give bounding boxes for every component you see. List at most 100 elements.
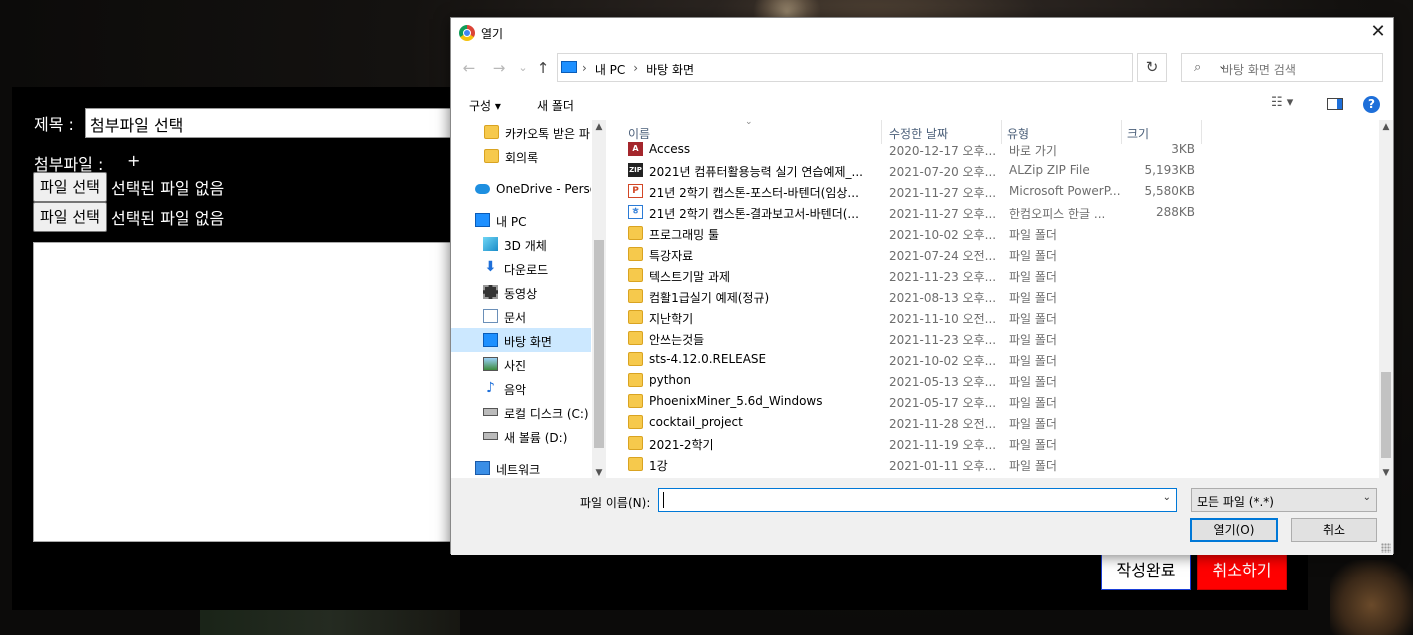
folder-row[interactable]: cocktail_project 2021-11-28 오전... 파일 폴더 bbox=[621, 412, 1204, 433]
file-date: 2021-05-13 오후... bbox=[889, 375, 997, 389]
nav-item-meeting-notes[interactable]: 회의록 bbox=[451, 144, 591, 168]
folder-row[interactable]: 특강자료 2021-07-24 오전... 파일 폴더 bbox=[621, 244, 1204, 265]
nav-item-label: 문서 bbox=[504, 311, 527, 325]
nav-item-desktop[interactable]: 바탕 화면 bbox=[451, 328, 591, 352]
folder-row[interactable]: 텍스트기말 과제 2021-11-23 오후... 파일 폴더 bbox=[621, 265, 1204, 286]
filename-input[interactable]: ⌄ bbox=[658, 488, 1177, 512]
file-date: 2021-01-11 오후... bbox=[889, 459, 997, 473]
organize-button[interactable]: 구성 ▾ bbox=[469, 97, 501, 114]
nav-item-pictures[interactable]: 사진 bbox=[451, 352, 591, 376]
video-icon bbox=[483, 285, 498, 299]
nav-item-network[interactable]: 네트워크 bbox=[451, 456, 591, 480]
file-date: 2021-11-27 오후... bbox=[889, 207, 997, 221]
sort-arrow-icon: ⌄ bbox=[745, 120, 753, 127]
submit-button[interactable]: 작성완료 bbox=[1101, 552, 1191, 590]
file-name: PhoenixMiner_5.6d_Windows bbox=[649, 394, 823, 408]
back-icon[interactable]: ← bbox=[459, 58, 479, 78]
folder-icon bbox=[628, 373, 643, 387]
file-date: 2021-08-13 오후... bbox=[889, 291, 997, 305]
folder-row[interactable]: python 2021-05-13 오후... 파일 폴더 bbox=[621, 370, 1204, 391]
up-icon[interactable]: ↑ bbox=[533, 58, 553, 78]
chevron-down-icon[interactable]: ⌄ bbox=[1163, 492, 1171, 503]
forward-icon[interactable]: → bbox=[489, 58, 509, 78]
search-icon: ⌕ bbox=[1194, 60, 1202, 75]
nav-item-label: OneDrive - Person bbox=[496, 182, 591, 196]
nav-item-this-pc[interactable]: 내 PC bbox=[451, 208, 591, 232]
new-folder-button[interactable]: 새 폴더 bbox=[537, 97, 574, 114]
powerpoint-icon: P bbox=[628, 184, 643, 198]
filetype-select[interactable]: 모든 파일 (*.*) ⌄ bbox=[1191, 488, 1377, 512]
nav-item-videos[interactable]: 동영상 bbox=[451, 280, 591, 304]
nav-item-kakaotalk[interactable]: 카카오톡 받은 파 bbox=[451, 120, 591, 144]
folder-row[interactable]: 지난학기 2021-11-10 오전... 파일 폴더 bbox=[621, 307, 1204, 328]
nav-item-label: 다운로드 bbox=[504, 263, 549, 277]
scroll-down-icon[interactable]: ▼ bbox=[1379, 468, 1393, 478]
file-row[interactable]: A Access 2020-12-17 오후... 바로 가기 3KB bbox=[621, 139, 1204, 160]
preview-pane-icon[interactable] bbox=[1327, 98, 1343, 110]
nav-item-label: 음악 bbox=[504, 383, 527, 397]
filetype-value: 모든 파일 (*.*) bbox=[1197, 495, 1274, 509]
nav-item-3d-objects[interactable]: 3D 개체 bbox=[451, 232, 591, 256]
folder-row[interactable]: sts-4.12.0.RELEASE 2021-10-02 오후... 파일 폴… bbox=[621, 349, 1204, 370]
help-icon[interactable]: ? bbox=[1363, 96, 1380, 113]
nav-item-new-volume-d[interactable]: 새 볼륨 (D:) bbox=[451, 424, 591, 448]
nav-item-local-disk-c[interactable]: 로컬 디스크 (C:) bbox=[451, 400, 591, 424]
recent-locations-icon[interactable]: ⌄ bbox=[513, 58, 533, 78]
cancel-button[interactable]: 취소하기 bbox=[1197, 552, 1287, 590]
scroll-up-icon[interactable]: ▲ bbox=[592, 122, 606, 132]
folder-row[interactable]: PhoenixMiner_5.6d_Windows 2021-05-17 오후.… bbox=[621, 391, 1204, 412]
choose-file-button[interactable]: 파일 선택 bbox=[33, 172, 107, 202]
nav-item-onedrive[interactable]: OneDrive - Person bbox=[451, 177, 591, 201]
file-name: 프로그래밍 툴 bbox=[649, 228, 720, 242]
folder-row[interactable]: 1강 2021-01-11 오후... 파일 폴더 bbox=[621, 454, 1204, 475]
navigation-pane: 카카오톡 받은 파 회의록 OneDrive - Person 내 PC 3D … bbox=[451, 120, 606, 480]
file-date: 2020-12-17 오후... bbox=[889, 144, 997, 158]
file-row[interactable]: ZIP 2021년 컴퓨터활용능력 실기 연습예제_... 2021-07-20… bbox=[621, 160, 1204, 181]
download-icon: ⬇ bbox=[484, 259, 497, 275]
breadcrumb: › 내 PC › 바탕 화면 bbox=[582, 61, 694, 78]
file-list-scrollbar[interactable]: ▲ ▼ bbox=[1379, 120, 1393, 480]
folder-row[interactable]: 컴활1급실기 예제(정규) 2021-08-13 오후... 파일 폴더 bbox=[621, 286, 1204, 307]
file-name: 2021-2학기 bbox=[649, 438, 714, 452]
folder-icon bbox=[628, 415, 643, 429]
nav-item-label: 내 PC bbox=[496, 215, 527, 229]
folder-row[interactable]: 프로그래밍 툴 2021-10-02 오후... 파일 폴더 bbox=[621, 223, 1204, 244]
chevron-down-icon: ⌄ bbox=[1362, 492, 1371, 503]
file-type: 파일 폴더 bbox=[1009, 354, 1057, 368]
view-options-icon[interactable]: ☷ ▾ bbox=[1271, 95, 1293, 110]
dialog-titlebar[interactable]: 열기 ✕ bbox=[451, 18, 1393, 48]
address-bar[interactable]: › 내 PC › 바탕 화면 ⌄ bbox=[557, 53, 1227, 82]
file-type: 파일 폴더 bbox=[1009, 312, 1057, 326]
search-input[interactable]: ⌕ 바탕 화면 검색 bbox=[1181, 53, 1383, 82]
title-label: 제목 : bbox=[34, 115, 74, 134]
nav-item-downloads[interactable]: ⬇ 다운로드 bbox=[451, 256, 591, 280]
file-name: 지난학기 bbox=[649, 312, 694, 326]
resize-grip-icon[interactable] bbox=[1381, 543, 1391, 553]
scrollbar-thumb[interactable] bbox=[1381, 372, 1391, 458]
file-size: 5,580KB bbox=[1144, 184, 1195, 198]
dialog-cancel-button[interactable]: 취소 bbox=[1291, 518, 1377, 542]
folder-row[interactable]: 2021-2학기 2021-11-19 오후... 파일 폴더 bbox=[621, 433, 1204, 454]
scroll-down-icon[interactable]: ▼ bbox=[592, 468, 606, 478]
refresh-icon[interactable]: ↻ bbox=[1137, 53, 1167, 82]
add-attachment-button[interactable]: + bbox=[127, 151, 140, 170]
breadcrumb-desktop[interactable]: 바탕 화면 bbox=[646, 61, 694, 78]
file-date: 2021-11-23 오후... bbox=[889, 333, 997, 347]
filename-label: 파일 이름(N): bbox=[580, 496, 651, 510]
open-button[interactable]: 열기(O) bbox=[1190, 518, 1278, 542]
folder-row[interactable]: 안쓰는것들 2021-11-23 오후... 파일 폴더 bbox=[621, 328, 1204, 349]
close-icon[interactable]: ✕ bbox=[1363, 18, 1393, 48]
choose-file-button[interactable]: 파일 선택 bbox=[33, 202, 107, 232]
nav-item-label: 네트워크 bbox=[496, 463, 541, 477]
breadcrumb-pc[interactable]: 내 PC bbox=[595, 61, 625, 78]
scrollbar-thumb[interactable] bbox=[594, 240, 604, 448]
file-row[interactable]: P 21년 2학기 캡스톤-포스터-바텐더(임상... 2021-11-27 오… bbox=[621, 181, 1204, 202]
nav-item-documents[interactable]: 문서 bbox=[451, 304, 591, 328]
file-name: 특강자료 bbox=[649, 249, 694, 263]
scroll-up-icon[interactable]: ▲ bbox=[1379, 122, 1393, 132]
document-icon bbox=[483, 309, 498, 323]
nav-scrollbar[interactable]: ▲ ▼ bbox=[592, 120, 606, 480]
file-row[interactable]: ㅎ 21년 2학기 캡스톤-결과보고서-바텐더(... 2021-11-27 오… bbox=[621, 202, 1204, 223]
nav-item-music[interactable]: ♪ 음악 bbox=[451, 376, 591, 400]
file-type: 파일 폴더 bbox=[1009, 333, 1057, 347]
